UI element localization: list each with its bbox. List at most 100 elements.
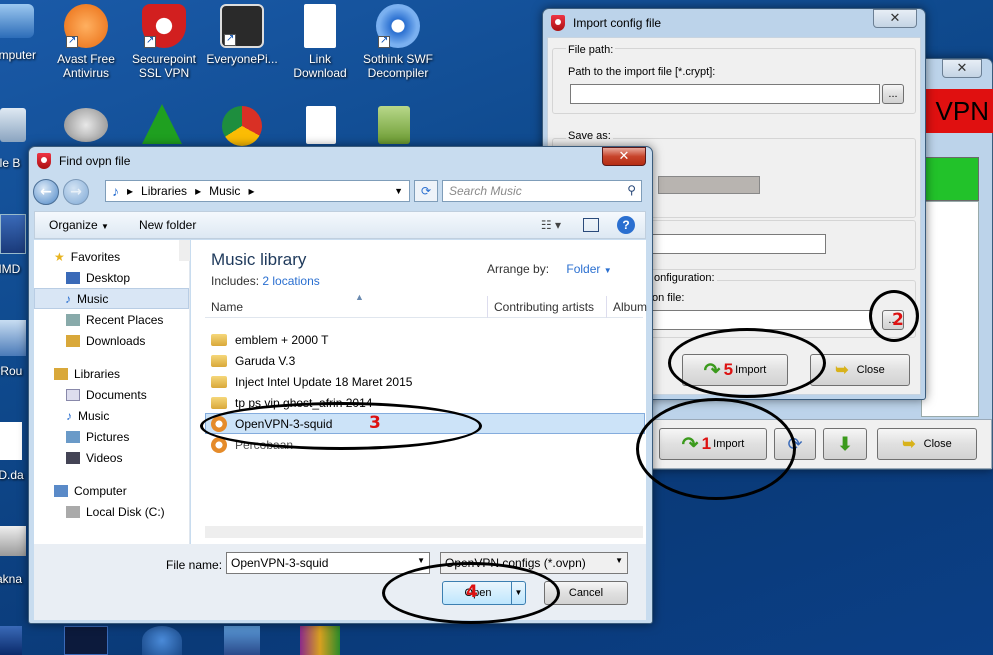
list-item[interactable]: tp ps vip ghost_afrin 2014 bbox=[211, 392, 372, 413]
arrange-dropdown[interactable]: Folder bbox=[566, 262, 600, 276]
library-title: Music library bbox=[211, 250, 307, 269]
back-arrow-icon[interactable]: ← bbox=[33, 179, 59, 205]
nav-local-disk[interactable]: Local Disk (C:) bbox=[34, 501, 189, 522]
file-icon[interactable] bbox=[0, 422, 22, 460]
file-path-group-label: File path: bbox=[566, 44, 616, 56]
nav-music[interactable]: ♪ Music bbox=[34, 288, 189, 309]
includes-link[interactable]: 2 locations bbox=[262, 274, 319, 288]
column-album[interactable]: Album bbox=[613, 300, 647, 314]
chrome-icon[interactable] bbox=[222, 106, 262, 146]
list-item[interactable]: Garuda V.3 bbox=[211, 350, 295, 371]
nav-label: Music bbox=[78, 408, 110, 423]
desktop-icon-label: EveryonePi... bbox=[206, 52, 278, 66]
organize-button[interactable]: Organize ▼ bbox=[49, 218, 109, 232]
nav-favorites[interactable]: ★ Favorites bbox=[34, 246, 189, 267]
cancel-button-label: Cancel bbox=[568, 587, 604, 599]
name-input[interactable] bbox=[652, 234, 826, 254]
photoshop-icon[interactable] bbox=[64, 626, 108, 655]
column-name[interactable]: Name bbox=[211, 300, 243, 314]
list-item-selected[interactable]: OpenVPN-3-squid bbox=[211, 413, 332, 434]
hscroll[interactable] bbox=[205, 526, 643, 538]
list-item[interactable]: emblem + 2000 T bbox=[211, 329, 329, 350]
open-button[interactable]: Open ▼ bbox=[442, 581, 526, 605]
chevron-down-icon[interactable]: ▼ bbox=[394, 186, 403, 196]
new-folder-button[interactable]: New folder bbox=[139, 218, 196, 232]
nav-label: Desktop bbox=[86, 270, 131, 285]
chevron-down-icon[interactable]: ▼ bbox=[511, 582, 525, 604]
file-type-select[interactable]: OpenVPN configs (*.ovpn) ▼ bbox=[440, 552, 628, 574]
column-contributing-artists[interactable]: Contributing artists bbox=[494, 300, 594, 314]
refresh-button[interactable]: ⟳ bbox=[774, 428, 816, 460]
navigation-bar: ← → ♪ ▸ Libraries ▸ Music ▸ ▼ ⟳ Search M… bbox=[33, 177, 648, 207]
nav-downloads[interactable]: Downloads bbox=[34, 330, 189, 351]
close-icon[interactable]: ✕ bbox=[873, 9, 917, 28]
close-icon[interactable]: ✕ bbox=[942, 59, 982, 78]
annotation-number: 2 bbox=[892, 310, 904, 330]
close-button[interactable]: ➥ Close bbox=[810, 354, 910, 386]
nav-pictures[interactable]: Pictures bbox=[34, 426, 189, 447]
address-bar[interactable]: ♪ ▸ Libraries ▸ Music ▸ ▼ bbox=[105, 180, 410, 202]
main-import-button[interactable]: 1 Import bbox=[659, 428, 767, 460]
recent-places-icon bbox=[66, 313, 80, 326]
breadcrumb-libraries[interactable]: Libraries bbox=[141, 184, 187, 198]
desktop-icon-link-download[interactable]: Link Download bbox=[276, 4, 364, 80]
app-icon[interactable] bbox=[0, 526, 26, 556]
nav-libraries[interactable]: Libraries bbox=[34, 363, 189, 384]
cancel-button[interactable]: Cancel bbox=[544, 581, 628, 605]
app-icon[interactable] bbox=[224, 626, 260, 655]
search-placeholder: Search Music bbox=[449, 184, 522, 198]
router-icon[interactable] bbox=[0, 320, 26, 356]
preview-pane-icon[interactable] bbox=[583, 218, 599, 232]
help-icon[interactable]: ? bbox=[617, 216, 635, 234]
app-green-icon[interactable] bbox=[142, 104, 182, 144]
downloads-icon bbox=[66, 334, 80, 347]
nav-desktop[interactable]: Desktop bbox=[34, 267, 189, 288]
nav-library-music[interactable]: ♪ Music bbox=[34, 405, 189, 426]
desktop-icon-securepoint[interactable]: Securepoint SSL VPN bbox=[120, 4, 208, 80]
close-icon[interactable]: ✕ bbox=[602, 147, 646, 166]
import-dialog-title: Import config file bbox=[573, 16, 662, 30]
recycle-bin-icon[interactable] bbox=[0, 108, 26, 142]
file-name-input[interactable]: OpenVPN-3-squid ▼ bbox=[226, 552, 430, 574]
breadcrumb-music[interactable]: Music bbox=[209, 184, 240, 198]
app-icon[interactable] bbox=[0, 626, 22, 655]
network-icon[interactable] bbox=[64, 108, 108, 142]
import-button[interactable]: 5 Import bbox=[682, 354, 788, 386]
file-name: OpenVPN-3-squid bbox=[235, 416, 333, 431]
winrar-icon[interactable] bbox=[300, 626, 340, 655]
import-path-input[interactable] bbox=[570, 84, 880, 104]
nav-scrollbar[interactable] bbox=[179, 240, 190, 261]
forward-arrow-icon[interactable]: → bbox=[63, 179, 89, 205]
list-item[interactable]: Percobaan bbox=[211, 434, 293, 455]
nav-computer[interactable]: Computer bbox=[34, 480, 189, 501]
configuration-file-input[interactable] bbox=[652, 310, 872, 330]
nav-recent-places[interactable]: Recent Places bbox=[34, 309, 189, 330]
document-icon[interactable] bbox=[306, 106, 336, 144]
shield-icon bbox=[142, 4, 186, 48]
mmd-icon[interactable] bbox=[0, 214, 26, 254]
file-name: Inject Intel Update 18 Maret 2015 bbox=[235, 374, 413, 389]
desktop-icon-sothink[interactable]: Sothink SWF Decompiler bbox=[354, 4, 442, 80]
file-name-label: File name: bbox=[166, 558, 223, 572]
documents-icon bbox=[66, 388, 80, 401]
refresh-icon[interactable]: ⟳ bbox=[414, 180, 438, 202]
computer-icon bbox=[0, 4, 34, 38]
pictures-icon bbox=[66, 430, 80, 443]
nav-videos[interactable]: Videos bbox=[34, 447, 189, 468]
search-input[interactable]: Search Music ⚲ bbox=[442, 180, 642, 202]
nav-documents[interactable]: Documents bbox=[34, 384, 189, 405]
main-close-button[interactable]: ➥ Close bbox=[877, 428, 977, 460]
download-button[interactable]: ⬇ bbox=[823, 428, 867, 460]
column-header: Name ▲ Contributing artists Album bbox=[205, 292, 647, 318]
desktop-icon-avast[interactable]: Avast Free Antivirus bbox=[42, 4, 130, 80]
chevron-down-icon[interactable]: ▼ bbox=[604, 266, 612, 275]
list-item[interactable]: Inject Intel Update 18 Maret 2015 bbox=[211, 371, 412, 392]
star-icon: ★ bbox=[54, 249, 65, 264]
browse-button[interactable]: ... bbox=[882, 84, 904, 104]
save-as-group-label: Save as: bbox=[566, 130, 613, 142]
gear-icon[interactable] bbox=[142, 626, 182, 655]
desktop-icon-everyonepi[interactable]: EveryonePi... bbox=[198, 4, 286, 66]
notepad-plus-icon[interactable] bbox=[378, 106, 410, 144]
chevron-down-icon[interactable]: ▼ bbox=[417, 556, 425, 565]
view-options-icon[interactable]: ☷ ▾ bbox=[541, 218, 561, 232]
